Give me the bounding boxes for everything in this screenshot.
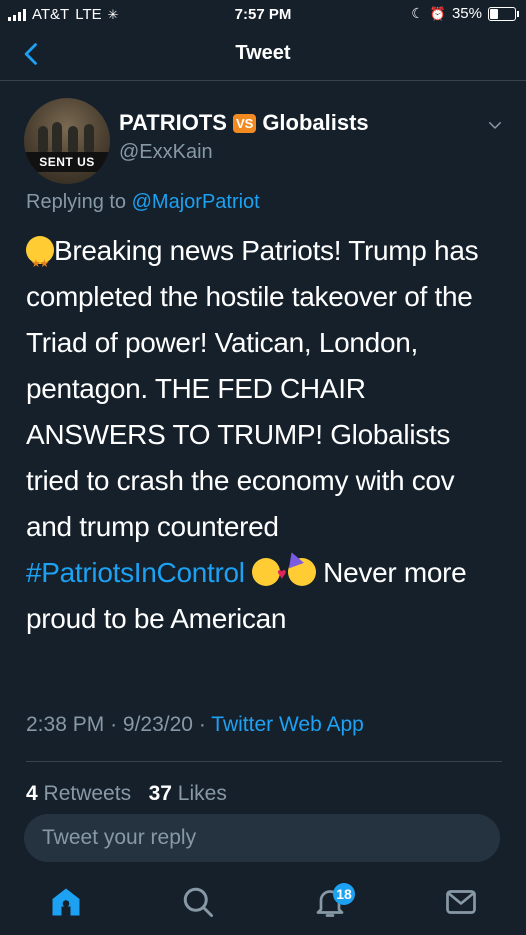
retweets-count-link[interactable]: 4 Retweets <box>26 782 131 805</box>
tweet-text: Breaking news Patriots! Trump has comple… <box>26 228 504 642</box>
partying-face-emoji-icon <box>287 558 316 586</box>
avatar-figure <box>68 126 78 152</box>
hashtag-link[interactable]: #PatriotsInControl <box>26 557 245 588</box>
vs-badge-icon: VS <box>232 113 257 133</box>
tweet-text-part1: Breaking news Patriots! Trump has comple… <box>26 235 479 542</box>
tweet-source-link[interactable]: Twitter Web App <box>211 713 364 736</box>
display-name-left: PATRIOTS <box>119 110 227 135</box>
chevron-down-icon[interactable] <box>486 116 504 134</box>
battery-percent: 35% <box>451 5 482 22</box>
avatar-figure <box>84 124 94 152</box>
home-icon[interactable] <box>48 884 84 920</box>
moon-icon: ☾ <box>411 5 424 21</box>
nav-bar: Tweet <box>0 30 526 81</box>
display-name[interactable]: PATRIOTS VS Globalists <box>119 110 369 136</box>
avatar-banner-text: SENT US <box>24 152 110 172</box>
tweet-date: 9/23/20 <box>122 713 193 736</box>
likes-count: 37 <box>148 782 172 805</box>
notifications-badge: 18 <box>333 883 355 905</box>
display-name-right: Globalists <box>262 110 369 135</box>
tab-bar <box>0 870 526 935</box>
tweet-meta: 2:38 PM · 9/23/20 · Twitter Web App <box>26 713 364 737</box>
search-icon[interactable] <box>180 884 216 920</box>
retweets-count: 4 <box>26 782 38 805</box>
alarm-icon: ⏰ <box>429 5 446 21</box>
smiling-hearts-emoji-icon <box>252 552 286 598</box>
avatar[interactable]: SENT US <box>24 98 110 184</box>
status-right: ☾ ⏰ 35% <box>411 5 519 22</box>
page-title: Tweet <box>235 42 291 64</box>
divider <box>26 761 502 762</box>
star-struck-emoji-icon <box>26 236 54 287</box>
retweets-label: Retweets <box>43 782 132 805</box>
tweet-stats: 4 Retweets 37 Likes <box>26 782 227 806</box>
replying-prefix: Replying to <box>26 191 127 213</box>
meta-separator: · <box>110 713 118 736</box>
avatar-figure <box>52 122 62 152</box>
replying-to: Replying to @MajorPatriot <box>26 191 260 214</box>
likes-count-link[interactable]: 37 Likes <box>149 782 227 805</box>
meta-separator: · <box>198 713 206 736</box>
battery-fill <box>490 8 498 19</box>
reply-input[interactable]: Tweet your reply <box>24 814 500 862</box>
replying-mention-link[interactable]: @MajorPatriot <box>132 191 260 213</box>
user-handle[interactable]: @ExxKain <box>119 141 213 164</box>
messages-envelope-icon[interactable] <box>443 884 479 920</box>
avatar-figure <box>38 126 48 152</box>
tweet-time: 2:38 PM <box>26 713 105 736</box>
battery-icon <box>488 6 519 21</box>
status-bar: AT&T LTE ✳ 7:57 PM ☾ ⏰ 35% <box>0 0 526 30</box>
likes-label: Likes <box>177 782 227 805</box>
